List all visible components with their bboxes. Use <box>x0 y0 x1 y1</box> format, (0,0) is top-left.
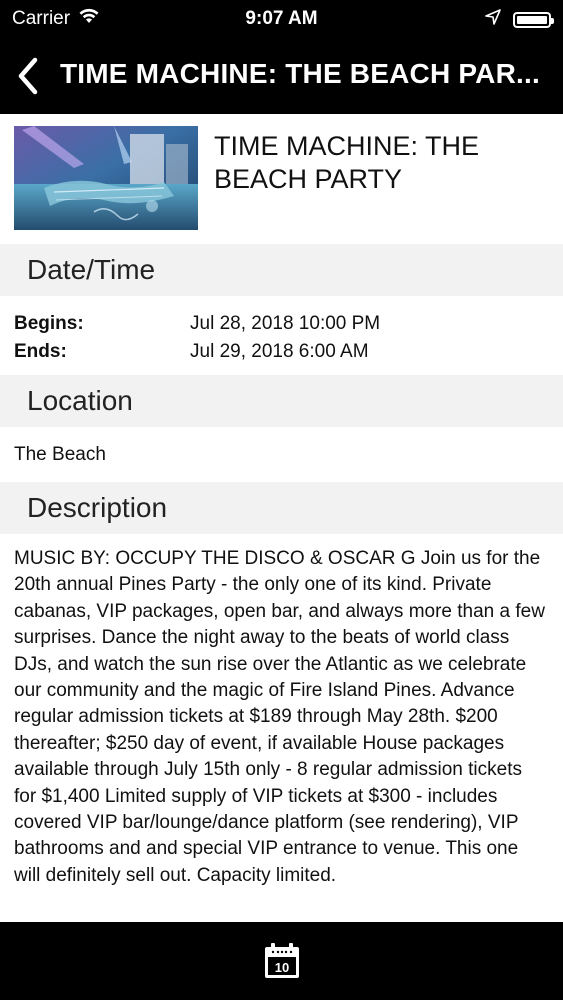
battery-level <box>517 15 547 24</box>
location-section-header: Location <box>0 375 563 427</box>
description-section-header: Description <box>0 482 563 534</box>
event-title: TIME MACHINE: THE BEACH PARTY <box>214 130 549 196</box>
ends-value: Jul 29, 2018 6:00 AM <box>190 341 369 362</box>
description-text: MUSIC BY: OCCUPY THE DISCO & OSCAR G Joi… <box>14 548 545 886</box>
event-detail-screen: Carrier 9:07 AM TIME MACHINE: THE BEACH … <box>0 0 563 1000</box>
event-header: TIME MACHINE: THE BEACH PARTY <box>0 114 563 244</box>
location-value: The Beach <box>14 444 106 465</box>
status-bar: Carrier 9:07 AM <box>0 0 563 38</box>
back-button[interactable] <box>10 54 46 98</box>
battery-icon <box>513 11 554 28</box>
event-detail-content[interactable]: TIME MACHINE: THE BEACH PARTY Date/Time … <box>0 114 563 922</box>
event-title-line2: BEACH PARTY <box>214 164 403 194</box>
status-right-indicators <box>485 9 554 30</box>
status-time: 9:07 AM <box>245 8 318 29</box>
calendar-day: 10 <box>274 960 288 975</box>
tab-bar: 10 <box>0 922 563 1000</box>
begins-value: Jul 28, 2018 10:00 PM <box>190 313 381 334</box>
begins-label: Begins: <box>14 313 84 334</box>
chevron-left-icon <box>18 57 38 95</box>
event-title-line1: TIME MACHINE: THE <box>214 131 480 161</box>
navigation-bar: TIME MACHINE: THE BEACH PAR... <box>0 38 563 114</box>
calendar-icon: 10 <box>264 943 299 978</box>
datetime-section-header: Date/Time <box>0 244 563 296</box>
ends-row: Ends: Jul 29, 2018 6:00 AM <box>14 338 549 366</box>
calendar-tab-button[interactable]: 10 <box>260 938 304 984</box>
begins-row: Begins: Jul 28, 2018 10:00 PM <box>14 310 549 338</box>
datetime-details: Begins: Jul 28, 2018 10:00 PM Ends: Jul … <box>0 296 563 375</box>
location-arrow-icon <box>485 9 501 30</box>
ends-label: Ends: <box>14 341 67 362</box>
event-thumbnail <box>14 126 198 230</box>
nav-title: TIME MACHINE: THE BEACH PAR... <box>60 58 540 89</box>
